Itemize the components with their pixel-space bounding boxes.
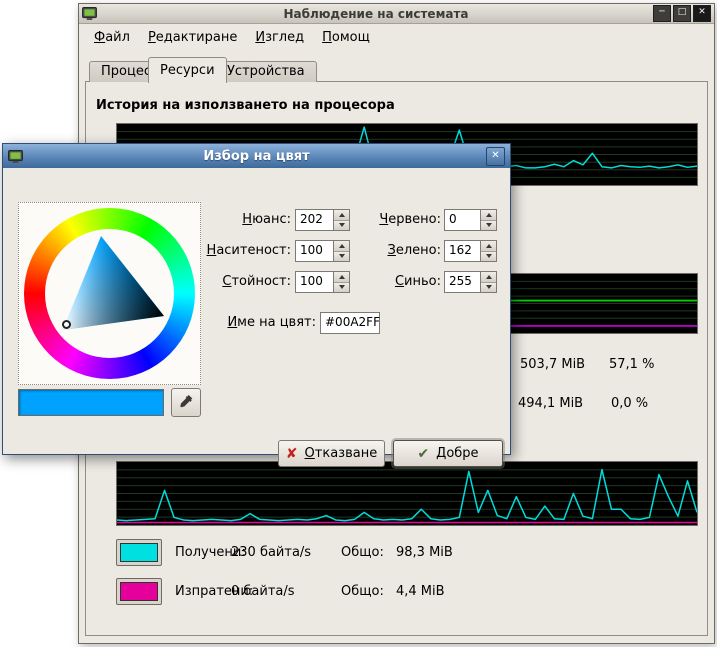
received-total-label: Общо:	[341, 545, 384, 560]
swap-used-value: 494,1 MiB	[518, 396, 583, 411]
maximize-button[interactable]: □	[673, 5, 691, 22]
saturation-value[interactable]: 100	[296, 241, 333, 261]
swap-used-percent: 0,0 %	[611, 396, 648, 411]
hue-label: Нюанс:	[153, 212, 291, 227]
ok-button[interactable]: ✔ Добре	[393, 440, 503, 467]
memory-used-value: 503,7 MiB	[520, 357, 585, 372]
green-spinbox[interactable]: 162	[444, 240, 497, 262]
ok-icon: ✔	[417, 446, 429, 462]
window-title: Наблюдение на системата	[101, 7, 651, 21]
saturation-spinbox[interactable]: 100	[295, 240, 350, 262]
color-name-input[interactable]: #00A2FF	[320, 312, 380, 334]
blue-spin-arrows	[480, 272, 496, 292]
cancel-icon: ✘	[286, 446, 298, 462]
green-value[interactable]: 162	[445, 241, 480, 261]
value-label: Стойност:	[153, 274, 291, 289]
dialog-title: Избор на цвят	[27, 149, 486, 164]
sv-selector[interactable]	[62, 320, 71, 329]
saturation-label: Наситеност:	[153, 243, 291, 258]
color-wheel[interactable]	[18, 202, 201, 385]
dialog-titlebar[interactable]: Избор на цвят ✕	[3, 144, 510, 168]
red-label: Червено:	[343, 212, 441, 227]
red-value[interactable]: 0	[445, 210, 480, 230]
green-spin-arrows	[480, 241, 496, 261]
menu-help[interactable]: Помощ	[313, 27, 379, 48]
value-value[interactable]: 100	[296, 272, 333, 292]
sent-rate: 0 байта/s	[231, 584, 295, 599]
value-spinbox[interactable]: 100	[295, 271, 350, 293]
menu-edit[interactable]: Редактиране	[139, 27, 246, 48]
received-color-fill	[120, 543, 158, 562]
color-picker-dialog: Избор на цвят ✕	[2, 143, 511, 455]
eyedropper-button[interactable]	[171, 388, 201, 417]
color-preview	[18, 389, 164, 416]
red-spinbox[interactable]: 0	[444, 209, 497, 231]
dialog-body: Нюанс: 202 Наситеност: 100 Стойност: 100	[3, 168, 510, 454]
sent-total-label: Общо:	[341, 584, 384, 599]
tab-resources[interactable]: Ресурси	[148, 57, 227, 83]
blue-spinbox[interactable]: 255	[444, 271, 497, 293]
sent-color-button[interactable]	[116, 578, 162, 605]
dialog-icon	[8, 150, 23, 163]
close-button[interactable]: ✕	[693, 5, 711, 22]
received-total: 98,3 MiB	[396, 545, 453, 560]
ok-button-label: Добре	[436, 446, 478, 461]
blue-increment-button[interactable]	[481, 272, 496, 283]
cpu-history-title: История на използването на процесора	[96, 98, 395, 113]
app-icon	[82, 7, 97, 20]
network-history-chart	[116, 461, 698, 526]
sent-total: 4,4 MiB	[396, 584, 445, 599]
sent-color-fill	[120, 582, 158, 601]
red-increment-button[interactable]	[481, 210, 496, 221]
hue-spinbox[interactable]: 202	[295, 209, 350, 231]
received-color-button[interactable]	[116, 539, 162, 566]
blue-value[interactable]: 255	[445, 272, 480, 292]
main-titlebar[interactable]: Наблюдение на системата ─ □ ✕	[79, 4, 714, 24]
green-decrement-button[interactable]	[481, 252, 496, 262]
menubar: Файл Редактиране Изглед Помощ	[80, 25, 713, 50]
eyedropper-icon	[179, 393, 194, 412]
hue-value[interactable]: 202	[296, 210, 333, 230]
green-increment-button[interactable]	[481, 241, 496, 252]
green-label: Зелено:	[343, 243, 441, 258]
minimize-button[interactable]: ─	[653, 5, 671, 22]
blue-decrement-button[interactable]	[481, 283, 496, 293]
cancel-button[interactable]: ✘ Отказване	[278, 440, 385, 467]
cancel-button-label: Отказване	[305, 446, 378, 461]
color-name-label: Име на цвят:	[153, 315, 316, 330]
red-spin-arrows	[480, 210, 496, 230]
dialog-close-button[interactable]: ✕	[486, 147, 505, 166]
tab-devices[interactable]: Устройства	[215, 61, 317, 82]
menu-view[interactable]: Изглед	[246, 27, 313, 48]
red-decrement-button[interactable]	[481, 221, 496, 231]
menu-file[interactable]: Файл	[85, 27, 139, 48]
received-rate: 230 байта/s	[231, 545, 311, 560]
blue-label: Синьо:	[343, 274, 441, 289]
memory-used-percent: 57,1 %	[609, 357, 654, 372]
